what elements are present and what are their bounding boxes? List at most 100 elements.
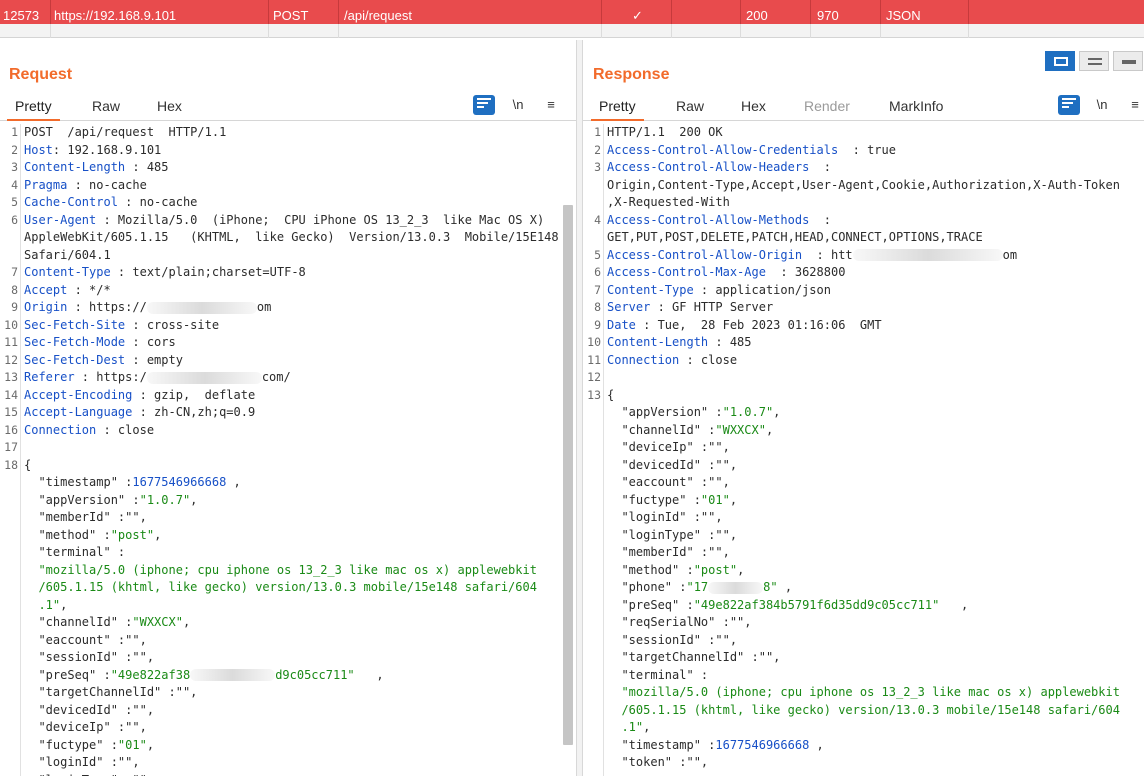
header-name: Content-Type <box>607 282 694 297</box>
code-line: "mozilla/5.0 (iphone; cpu iphone os 13_2… <box>0 562 576 580</box>
request-tab-raw[interactable]: Raw <box>84 94 128 121</box>
line-number: 18 <box>4 457 18 472</box>
line-number: 2 <box>594 142 601 157</box>
line-number: 5 <box>11 195 18 209</box>
code-text: , <box>777 580 793 594</box>
header-name: Cache-Control <box>24 195 118 209</box>
string-value: "01" <box>700 492 730 507</box>
string-value: /605.1.15 (khtml, like gecko) version/13… <box>607 702 1120 717</box>
string-value: "WXXCX" <box>132 615 183 629</box>
response-tab-hex[interactable]: Hex <box>733 94 774 121</box>
string-value: "1.0.7" <box>139 492 191 507</box>
layout-single-icon[interactable] <box>1113 51 1143 71</box>
code-text: "phone" : <box>607 580 687 594</box>
line-number: 13 <box>587 387 601 402</box>
code-line: "loginId" :"", <box>583 509 1144 527</box>
response-menu-icon[interactable]: ≡ <box>1124 95 1144 115</box>
code-text: , <box>146 737 155 752</box>
request-editor[interactable]: 1 POST /api/request HTTP/1.1 2 Host: 192.16… <box>0 124 576 776</box>
newline-toggle-icon[interactable]: \n <box>507 95 529 115</box>
history-id: 12573 <box>3 8 40 23</box>
history-method: POST <box>273 8 309 23</box>
code-line: "deviceIp" :"", <box>583 439 1144 457</box>
code-line: 10 Content-Length : 485 <box>583 334 1144 352</box>
line-number: 6 <box>11 212 18 227</box>
code-text: POST /api/request HTTP/1.1 <box>24 125 227 139</box>
response-editor[interactable]: 1 HTTP/1.1 200 OK 2 Access-Control-Allow-Cr… <box>583 124 1144 776</box>
line-number: 9 <box>594 317 601 332</box>
line-content: "loginId" :"", <box>24 754 139 772</box>
response-tab-pretty[interactable]: Pretty <box>591 94 644 121</box>
code-line: .1", <box>583 719 1144 737</box>
code-line: /605.1.15 (khtml, like gecko) version/13… <box>583 702 1144 720</box>
code-line: "devicedId" :"", <box>0 702 576 720</box>
request-menu-icon[interactable]: ≡ <box>540 95 562 115</box>
header-name: Access-Control-Allow-Origin <box>607 247 803 262</box>
code-line: "method" :"post", <box>0 527 576 545</box>
line-number: 11 <box>587 352 601 367</box>
code-line: 9 Date : Tue, 28 Feb 2023 01:16:06 GMT <box>583 317 1144 335</box>
line-number: 3 <box>594 160 601 174</box>
code-text: "channelId" : <box>24 615 133 629</box>
line-content: /605.1.15 (khtml, like gecko) version/13… <box>24 579 537 597</box>
line-number: 6 <box>594 265 601 279</box>
code-line: "devicedId" :"", <box>583 457 1144 475</box>
code-text: "deviceIp" :"", <box>607 440 730 454</box>
code-line: "timestamp" :1677546966668 , <box>583 737 1144 755</box>
string-value: /605.1.15 (khtml, like gecko) version/13… <box>24 580 537 594</box>
line-number: 11 <box>4 335 18 349</box>
code-text: ,X-Requested-With <box>607 195 730 209</box>
line-content: .1", <box>607 719 650 737</box>
history-row-selected[interactable]: 12573 https://192.168.9.101 POST /api/re… <box>0 0 1144 24</box>
code-line: "token" :"", <box>583 754 1144 772</box>
newline-toggle-icon[interactable]: \n <box>1091 95 1113 115</box>
code-text: , <box>737 562 745 577</box>
line-content: Sec-Fetch-Dest : empty <box>24 352 183 370</box>
response-tab-render[interactable]: Render <box>796 94 858 121</box>
line-content: "memberId" :"", <box>24 509 146 527</box>
line-content: Origin : https:// om <box>24 299 271 317</box>
code-line: /605.1.15 (khtml, like gecko) version/13… <box>0 579 576 597</box>
layout-stacked-icon[interactable] <box>1079 51 1109 71</box>
request-tab-hex[interactable]: Hex <box>149 94 190 121</box>
wrap-lines-icon[interactable] <box>1058 95 1080 115</box>
response-title: Response <box>593 66 670 83</box>
line-content: "eaccount" :"", <box>607 474 729 492</box>
code-text: { <box>607 387 615 402</box>
line-content: Content-Type : application/json <box>607 282 831 300</box>
number-value: 1677546966668 <box>132 475 227 489</box>
request-scrollbar[interactable] <box>563 205 573 745</box>
code-line: 11 Connection : close <box>583 352 1144 370</box>
layout-toggle-group <box>1045 51 1143 71</box>
line-content: "devicedId" :"", <box>607 457 737 475</box>
code-text: "method" : <box>24 527 111 542</box>
code-line: 13 Referer : https:/ com/ <box>0 369 576 387</box>
code-text: : 3628800 <box>765 265 846 279</box>
pane-splitter[interactable] <box>576 40 583 776</box>
code-text: "terminal" : <box>24 545 126 559</box>
header-name: Host <box>24 142 53 157</box>
layout-side-by-side-icon[interactable] <box>1045 51 1075 71</box>
line-number: 10 <box>4 317 18 332</box>
history-table-divider <box>0 24 1144 38</box>
response-tab-markinfo[interactable]: MarkInfo <box>881 94 951 121</box>
code-line: "sessionId" :"", <box>583 632 1144 650</box>
response-tab-raw[interactable]: Raw <box>668 94 712 121</box>
code-text: "fuctype" : <box>24 737 118 752</box>
header-name: Sec-Fetch-Mode <box>24 335 126 349</box>
code-text: "appVersion" : <box>607 405 723 419</box>
header-name: Pragma <box>24 177 68 192</box>
header-name: Connection <box>607 352 680 367</box>
request-tab-pretty[interactable]: Pretty <box>7 94 60 121</box>
code-text: : close <box>96 422 155 437</box>
code-line: AppleWebKit/605.1.15 (KHTML, like Gecko)… <box>0 229 576 247</box>
code-text: "channelId" : <box>607 422 716 437</box>
string-value: "mozilla/5.0 (iphone; cpu iphone os 13_2… <box>607 685 1120 699</box>
wrap-lines-icon[interactable] <box>473 95 495 115</box>
line-content: "token" :"", <box>607 754 708 772</box>
code-line: ,X-Requested-With <box>583 194 1144 212</box>
string-value: "post" <box>693 562 738 577</box>
request-title: Request <box>9 66 73 83</box>
code-line: "channelId" :"WXXCX", <box>583 422 1144 440</box>
code-line: "method" :"post", <box>583 562 1144 580</box>
